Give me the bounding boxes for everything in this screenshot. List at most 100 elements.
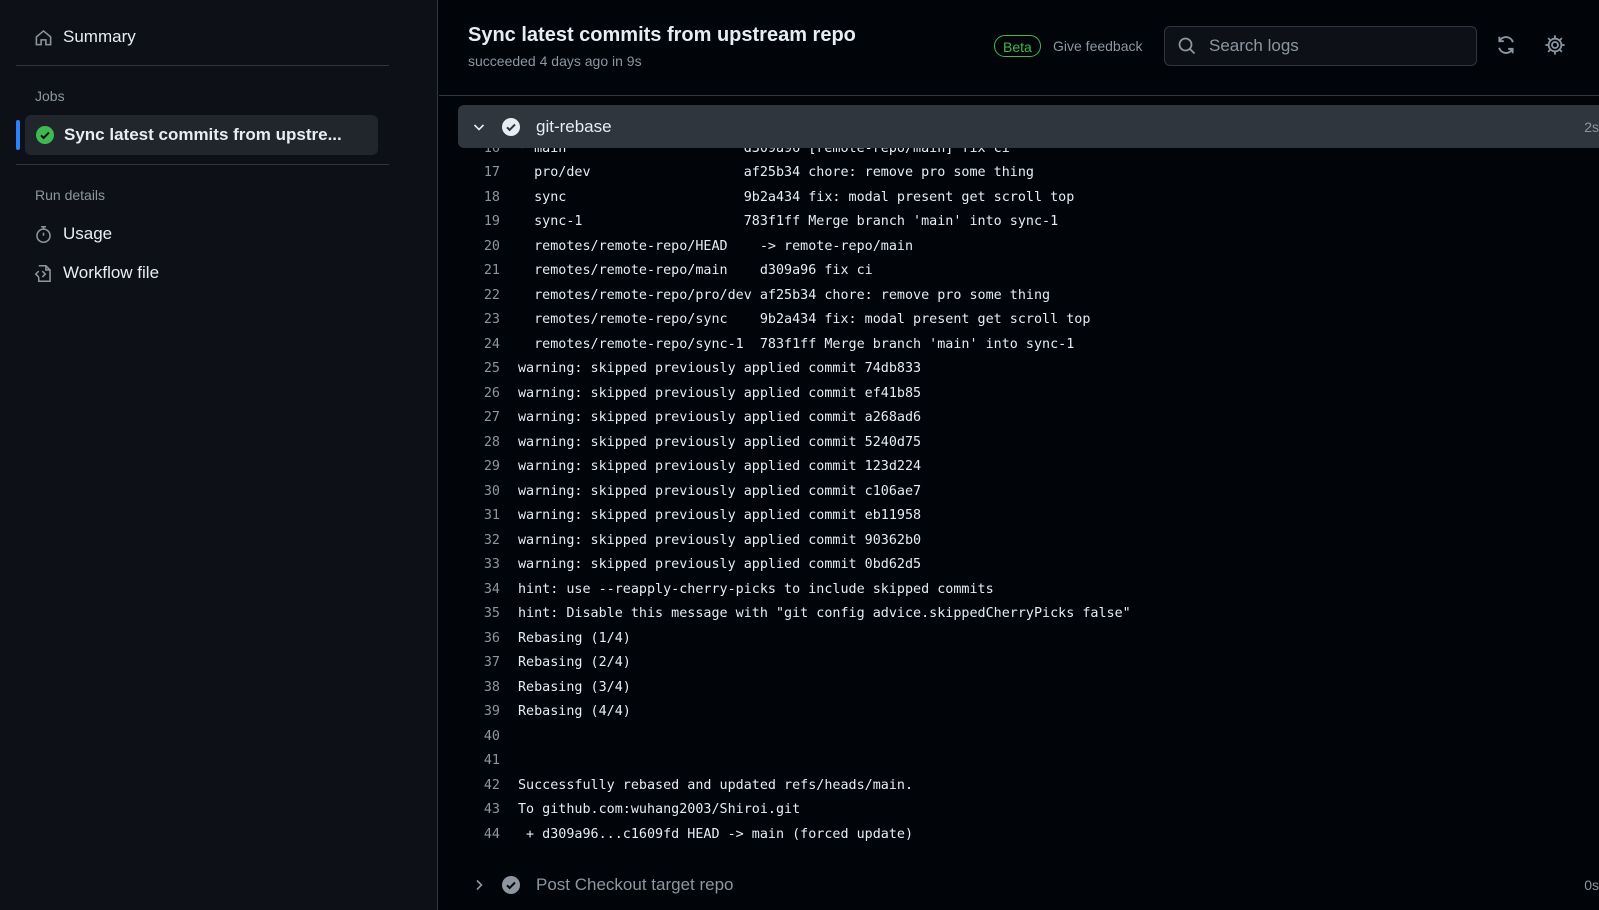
sidebar-divider	[16, 65, 389, 66]
step-duration: 0s	[1584, 877, 1599, 893]
log-text: remotes/remote-repo/pro/dev af25b34 chor…	[518, 287, 1051, 303]
log-text: remotes/remote-repo/sync-1 783f1ff Merge…	[518, 336, 1075, 352]
log-text: sync 9b2a434 fix: modal present get scro…	[518, 189, 1075, 205]
active-indicator	[16, 120, 20, 150]
sidebar-item-usage[interactable]: Usage	[34, 219, 112, 249]
log-line: 37 Rebasing (2/4)	[439, 651, 631, 676]
log-text: warning: skipped previously applied comm…	[518, 557, 922, 573]
line-number[interactable]: 40	[439, 729, 518, 744]
line-number[interactable]: 17	[439, 165, 518, 180]
step-header-git-rebase[interactable]: git-rebase 2s	[458, 105, 1599, 148]
line-number[interactable]: 30	[439, 484, 518, 499]
search-icon	[1178, 37, 1196, 55]
log-line: 34 hint: use --reapply-cherry-picks to in…	[439, 577, 994, 602]
log-line: 32 warning: skipped previously applied co…	[439, 528, 921, 553]
check-circle-icon	[502, 876, 520, 894]
log-text: warning: skipped previously applied comm…	[518, 483, 922, 499]
log-line: 20 remotes/remote-repo/HEAD -> remote-re…	[439, 234, 913, 259]
log-line: 43 To github.com:wuhang2003/Shiroi.git	[439, 798, 800, 823]
log-text: remotes/remote-repo/HEAD -> remote-repo/…	[518, 238, 914, 254]
line-number[interactable]: 35	[439, 606, 518, 621]
gear-icon[interactable]	[1544, 34, 1566, 56]
refresh-icon[interactable]	[1495, 34, 1517, 56]
log-line: 18 sync 9b2a434 fix: modal present get s…	[439, 185, 1074, 210]
check-circle-icon	[36, 126, 54, 144]
sidebar-item-job[interactable]: Sync latest commits from upstre...	[25, 115, 378, 155]
log-line: 27 warning: skipped previously applied co…	[439, 406, 921, 431]
log-text: * main d309a96 [remote-repo/main] fix ci	[518, 148, 1010, 156]
line-number[interactable]: 41	[439, 753, 518, 768]
line-number[interactable]: 20	[439, 239, 518, 254]
sidebar-item-workflow-file[interactable]: Workflow file	[34, 258, 159, 288]
log-text: warning: skipped previously applied comm…	[518, 434, 922, 450]
line-number[interactable]: 28	[439, 435, 518, 450]
log-text: pro/dev af25b34 chore: remove pro some t…	[518, 165, 1034, 181]
beta-badge: Beta	[994, 35, 1041, 57]
line-number[interactable]: 18	[439, 190, 518, 205]
line-number[interactable]: 19	[439, 214, 518, 229]
line-number[interactable]: 33	[439, 557, 518, 572]
search-input[interactable]	[1207, 35, 1461, 57]
line-number[interactable]: 24	[439, 337, 518, 352]
log-text: Rebasing (1/4)	[518, 630, 631, 646]
run-details-heading: Run details	[35, 187, 106, 203]
log-line: 40	[439, 724, 518, 749]
line-number[interactable]: 22	[439, 288, 518, 303]
log-line: 25 warning: skipped previously applied co…	[439, 357, 921, 382]
line-number[interactable]: 23	[439, 312, 518, 327]
line-number[interactable]: 43	[439, 802, 518, 817]
log-text: hint: use --reapply-cherry-picks to incl…	[518, 581, 994, 597]
line-number[interactable]: 16	[439, 148, 518, 156]
log-text: remotes/remote-repo/main d309a96 fix ci	[518, 263, 873, 279]
log-text: warning: skipped previously applied comm…	[518, 508, 922, 524]
step-title: Post Checkout target repo	[536, 875, 734, 894]
log-text: warning: skipped previously applied comm…	[518, 385, 922, 401]
log-line: 23 remotes/remote-repo/sync 9b2a434 fix:…	[439, 308, 1091, 333]
log-line: 31 warning: skipped previously applied co…	[439, 504, 921, 529]
log-line: 29 warning: skipped previously applied co…	[439, 455, 921, 480]
log-text: warning: skipped previously applied comm…	[518, 532, 922, 548]
home-icon	[35, 29, 52, 45]
line-number[interactable]: 25	[439, 361, 518, 376]
log-line: 30 warning: skipped previously applied co…	[439, 479, 921, 504]
log-line: 35 hint: Disable this message with "git c…	[439, 602, 1131, 627]
chevron-right-icon	[476, 879, 483, 891]
chevron-down-icon	[473, 123, 485, 131]
step-duration: 2s	[1584, 118, 1599, 135]
log-line: 26 warning: skipped previously applied co…	[439, 381, 921, 406]
stopwatch-icon	[36, 225, 51, 243]
line-number[interactable]: 42	[439, 778, 518, 793]
log-line: 41	[439, 749, 518, 774]
log-text: hint: Disable this message with "git con…	[518, 606, 1131, 622]
log-line: 19 sync-1 783f1ff Merge branch 'main' in…	[439, 210, 1058, 235]
log-line: 21 remotes/remote-repo/main d309a96 fix …	[439, 259, 873, 284]
line-number[interactable]: 27	[439, 410, 518, 425]
give-feedback-link[interactable]: Give feedback	[1053, 38, 1143, 54]
line-number[interactable]: 29	[439, 459, 518, 474]
log-text: To github.com:wuhang2003/Shiroi.git	[518, 802, 801, 818]
log-text: sync-1 783f1ff Merge branch 'main' into …	[518, 214, 1059, 230]
line-number[interactable]: 37	[439, 655, 518, 670]
log-text: remotes/remote-repo/sync 9b2a434 fix: mo…	[518, 312, 1091, 328]
log-line: 17 pro/dev af25b34 chore: remove pro som…	[439, 161, 1034, 186]
step-header-post-checkout[interactable]: Post Checkout target repo 0s	[458, 870, 1599, 900]
line-number[interactable]: 36	[439, 631, 518, 646]
line-number[interactable]: 38	[439, 680, 518, 695]
log-text: warning: skipped previously applied comm…	[518, 361, 922, 377]
log-text: Rebasing (4/4)	[518, 704, 631, 720]
log-text: Successfully rebased and updated refs/he…	[518, 777, 914, 793]
log-text: warning: skipped previously applied comm…	[518, 410, 922, 426]
jobs-heading: Jobs	[35, 88, 65, 104]
line-number[interactable]: 32	[439, 533, 518, 548]
log-line: 42 Successfully rebased and updated refs/…	[439, 773, 913, 798]
page-title: Sync latest commits from upstream repo	[468, 24, 856, 46]
line-number[interactable]: 31	[439, 508, 518, 523]
line-number[interactable]: 39	[439, 704, 518, 719]
line-number[interactable]: 44	[439, 827, 518, 842]
line-number[interactable]: 26	[439, 386, 518, 401]
line-number[interactable]: 34	[439, 582, 518, 597]
search-box[interactable]	[1164, 26, 1477, 66]
sidebar-item-summary[interactable]: Summary	[34, 22, 136, 52]
log-line: 28 warning: skipped previously applied co…	[439, 430, 921, 455]
line-number[interactable]: 21	[439, 263, 518, 278]
